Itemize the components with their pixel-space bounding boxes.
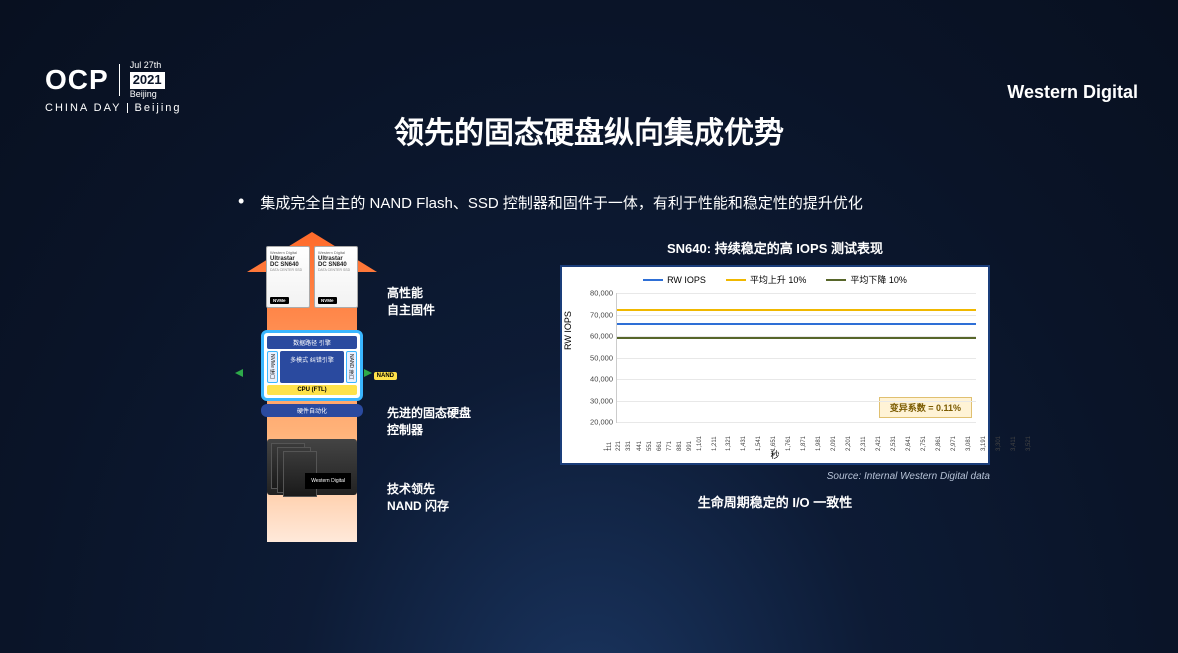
chart-source: Source: Internal Western Digital data xyxy=(560,471,990,482)
ctrl-datapath: 数据路径 引擎 xyxy=(267,336,357,349)
chart-caption: 生命周期稳定的 I/O 一致性 xyxy=(560,492,990,511)
brand-logo: Western Digital xyxy=(1007,82,1138,103)
ctrl-cpu: CPU (FTL) xyxy=(267,385,357,395)
chart-ylabel: RW IOPS xyxy=(563,311,573,350)
nand-arrow-left xyxy=(235,364,243,382)
chart-xlabel: 秒 xyxy=(770,448,779,461)
ctrl-nand-if: NAND 接口 xyxy=(346,351,357,383)
wd-chip-label: Western Digital xyxy=(305,473,351,489)
bullet-text: 集成完全自主的 NAND Flash、SSD 控制器和固件于一体，有利于性能和稳… xyxy=(260,192,863,213)
chart-xticks: 11112213314415516617718819911,1011,2111,… xyxy=(616,425,976,449)
architecture-diagram: Western Digital Ultrastar DC SN640 DATA … xyxy=(247,232,457,542)
event-subtitle: CHINA DAY xyxy=(45,102,121,114)
series-line xyxy=(617,309,976,311)
ssd-sn840: Western Digital Ultrastar DC SN840 DATA … xyxy=(314,246,358,308)
ctrl-nvme-if: NVMe 接口 xyxy=(267,351,278,383)
event-year: 2021 xyxy=(130,72,165,89)
series-line xyxy=(617,323,976,325)
legend-rwiops: RW IOPS xyxy=(667,275,706,285)
ssd-products: Western Digital Ultrastar DC SN640 DATA … xyxy=(266,246,358,308)
event-date: Jul 27th xyxy=(130,60,165,72)
legend-down10: 平均下降 10% xyxy=(850,273,907,286)
controller-block: 数据路径 引擎 NVMe 接口 多模式 纠错引擎 NAND 接口 CPU (FT… xyxy=(261,330,363,401)
nand-chips: Western Digital xyxy=(267,439,357,495)
ctrl-ecc: 多模式 纠错引擎 xyxy=(280,351,344,383)
label-firmware: 高性能 自主固件 xyxy=(387,284,435,318)
iops-chart-block: SN640: 持续稳定的高 IOPS 测试表现 RW IOPS 平均上升 10%… xyxy=(560,238,990,511)
legend-up10: 平均上升 10% xyxy=(750,273,807,286)
label-nand: 技术领先 NAND 闪存 xyxy=(387,480,449,514)
ctrl-hw-auto: 硬件自动化 xyxy=(261,404,363,417)
bullet-point: • 集成完全自主的 NAND Flash、SSD 控制器和固件于一体，有利于性能… xyxy=(238,192,863,213)
series-line xyxy=(617,337,976,339)
ocp-text: OCP xyxy=(45,64,109,96)
label-controller: 先进的固态硬盘 控制器 xyxy=(387,404,471,438)
chart-legend: RW IOPS 平均上升 10% 平均下降 10% xyxy=(562,267,988,288)
event-city: Beijing xyxy=(130,89,165,101)
event-city-2: Beijing xyxy=(134,102,181,114)
bullet-dot: • xyxy=(238,192,244,210)
chart-title: SN640: 持续稳定的高 IOPS 测试表现 xyxy=(560,238,990,257)
chart-plot-area: 变异系数 = 0.11% 20,00030,00040,00050,00060,… xyxy=(616,293,976,423)
chart-box: RW IOPS 平均上升 10% 平均下降 10% RW IOPS 变异系数 =… xyxy=(560,265,990,465)
ssd-sn640: Western Digital Ultrastar DC SN640 DATA … xyxy=(266,246,310,308)
event-logo: OCP Jul 27th 2021 Beijing CHINA DAY Beij… xyxy=(45,60,182,114)
nand-arrow-right: NAND xyxy=(364,364,397,382)
